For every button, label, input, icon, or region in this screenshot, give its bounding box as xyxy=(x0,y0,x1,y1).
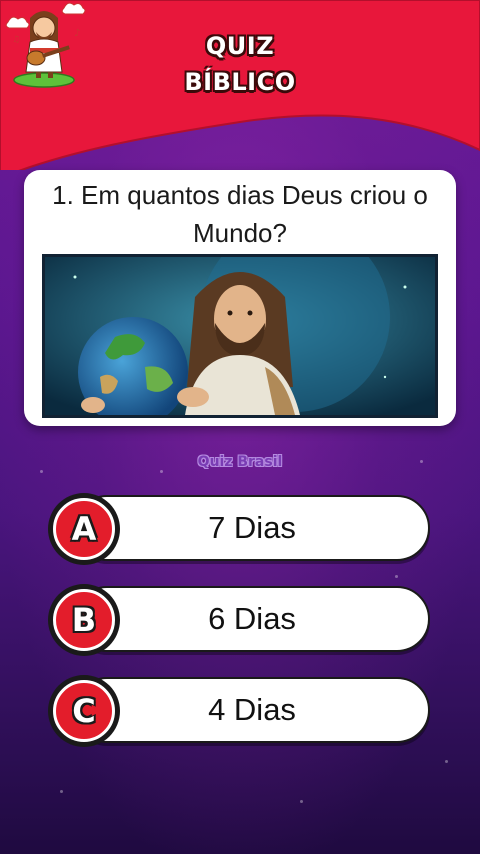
letter-badge-c: C xyxy=(48,675,120,747)
letter-a: A xyxy=(71,510,97,548)
answer-label: 6 Dias xyxy=(208,601,296,636)
letter-badge-b: B xyxy=(48,584,120,656)
header-banner: QUIZ BÍBLICO ♪ ♫ xyxy=(0,0,480,170)
svg-text:♫: ♫ xyxy=(12,35,20,45)
question-text: 1. Em quantos dias Deus criou o Mundo? xyxy=(52,180,428,248)
svg-text:♪: ♪ xyxy=(74,28,80,39)
answer-option-b[interactable]: 6 Dias B xyxy=(48,584,432,656)
answer-option-c[interactable]: 4 Dias C xyxy=(48,675,432,747)
question-card: 1. Em quantos dias Deus criou o Mundo? xyxy=(24,170,456,426)
answer-option-a[interactable]: 7 Dias A xyxy=(48,493,432,565)
channel-watermark: Quiz Brasil xyxy=(197,454,283,470)
question-image xyxy=(42,254,438,418)
answer-label: 7 Dias xyxy=(208,510,296,545)
jesus-holding-earth-illustration xyxy=(45,257,435,415)
jesus-guitar-mascot-icon: ♪ ♫ xyxy=(5,2,86,88)
answer-label: 4 Dias xyxy=(208,692,296,727)
letter-c: C xyxy=(72,692,96,730)
letter-badge-a: A xyxy=(48,493,120,565)
letter-b: B xyxy=(71,601,97,639)
